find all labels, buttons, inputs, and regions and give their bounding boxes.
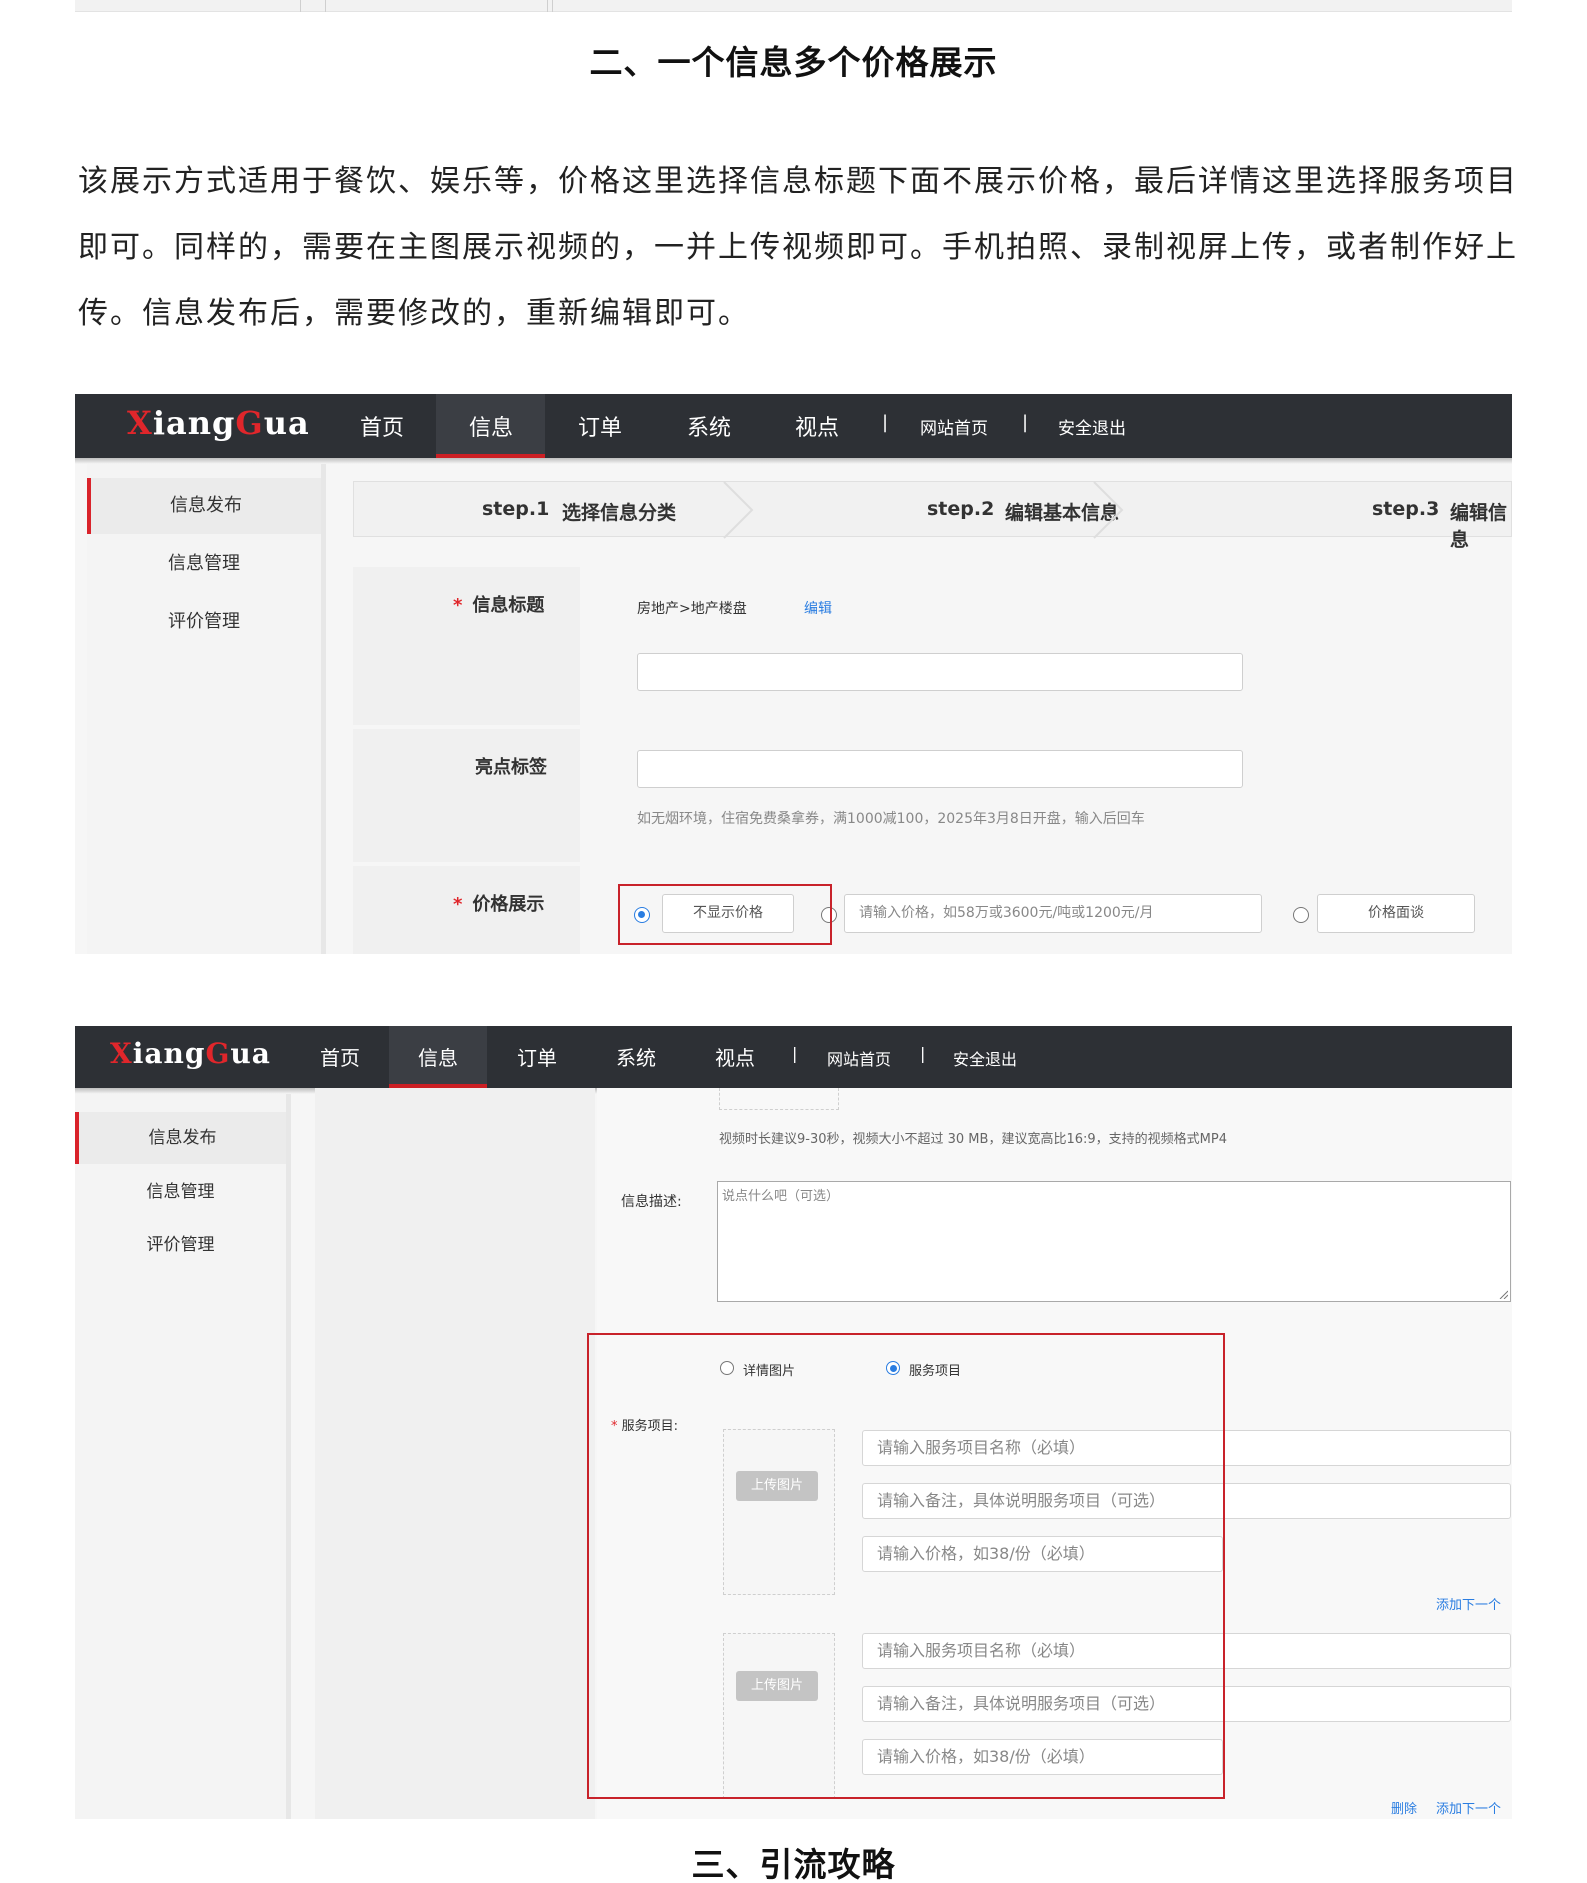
- section-title-3: 三、引流攻略: [691, 1845, 896, 1883]
- info-title-input[interactable]: [637, 653, 1243, 691]
- info-title-label: * 信息标题: [453, 595, 545, 616]
- step-1-label: 选择信息分类: [562, 502, 677, 524]
- nav-info[interactable]: 信息: [418, 1042, 458, 1071]
- sidebar: 信息发布 信息管理 评价管理: [87, 464, 326, 954]
- sidebar-item-review[interactable]: 评价管理: [75, 1219, 286, 1271]
- sidebar-item-publish[interactable]: 信息发布: [87, 478, 321, 534]
- nav-logout[interactable]: 安全退出: [953, 1046, 1017, 1070]
- info-desc-label: 信息描述:: [621, 1194, 682, 1210]
- nav-site-home[interactable]: 网站首页: [827, 1046, 891, 1070]
- top-nav-bar: XiangGua 首页 信息 订单 系统 视点 | 网站首页 | 安全退出: [75, 1026, 1512, 1094]
- sidebar-item-review[interactable]: 评价管理: [87, 594, 321, 650]
- xianggua-logo[interactable]: XiangGua: [127, 404, 310, 442]
- resize-handle-icon[interactable]: [1498, 1289, 1508, 1299]
- highlight-tags-hint: 如无烟环境，住宿免费桑拿券，满1000减100，2025年3月8日开盘，输入后回…: [637, 811, 1145, 827]
- video-upload-box[interactable]: [719, 1088, 839, 1110]
- value-cell: 房地产>地产楼盘 编辑: [582, 567, 1512, 725]
- paragraph-line-2: 即可。同样的，需要在主图展示视频的，一并上传视频即可。手机拍照、录制视屏上传，或…: [78, 230, 1518, 265]
- info-desc-placeholder: 说点什么吧（可选）: [722, 1189, 840, 1204]
- nav-order[interactable]: 订单: [517, 1042, 557, 1071]
- step-chevron-icon: [1093, 481, 1124, 539]
- nav-separator: |: [920, 1044, 926, 1063]
- radio-negotiable[interactable]: [1293, 907, 1309, 923]
- price-input[interactable]: 请输入价格，如58万或3600元/吨或1200元/月: [844, 894, 1262, 933]
- category-path: 房地产>地产楼盘: [637, 601, 747, 617]
- highlight-box: [618, 884, 832, 945]
- step-3-label: 编辑信息: [1450, 502, 1508, 551]
- step-progress-bar: step.1 选择信息分类 step.2 编辑基本信息 step.3 编辑信息: [353, 481, 1512, 551]
- label-column: [315, 1088, 595, 1819]
- nav-separator: |: [882, 412, 889, 433]
- xianggua-logo[interactable]: XiangGua: [110, 1037, 271, 1070]
- nav-separator: |: [1022, 412, 1029, 433]
- section-title-2: 二、一个信息多个价格展示: [589, 43, 998, 82]
- step-1-number: step.1: [482, 498, 550, 520]
- step-chevron-icon: [723, 481, 754, 539]
- screenshot-price-display: XiangGua 首页 信息 订单 系统 视点 | 网站首页 | 安全退出 信息…: [75, 394, 1512, 954]
- step-3-number: step.3: [1372, 498, 1440, 520]
- paragraph: 该展示方式适用于餐饮、娱乐等，价格这里选择信息标题下面不展示价格，最后详情这里选…: [78, 149, 1518, 347]
- step-2-number: step.2: [927, 498, 995, 520]
- sidebar-item-publish[interactable]: 信息发布: [75, 1112, 286, 1164]
- label-cell: 亮点标签: [353, 729, 580, 862]
- nav-system[interactable]: 系统: [687, 410, 731, 442]
- top-nav-bar: XiangGua 首页 信息 订单 系统 视点 | 网站首页 | 安全退出: [75, 394, 1512, 464]
- add-next-link[interactable]: 添加下一个: [1436, 1594, 1501, 1613]
- info-desc-textarea[interactable]: 说点什么吧（可选）: [717, 1181, 1511, 1302]
- nav-site-home[interactable]: 网站首页: [920, 414, 988, 439]
- nav-logout[interactable]: 安全退出: [1058, 414, 1126, 439]
- highlight-tags-label: 亮点标签: [475, 757, 547, 778]
- paragraph-line-3: 传。信息发布后，需要修改的，重新编辑即可。: [78, 296, 750, 331]
- label-cell: * 信息标题: [353, 567, 580, 725]
- screenshot-service-items: XiangGua 首页 信息 订单 系统 视点 | 网站首页 | 安全退出 信息…: [75, 1026, 1512, 1819]
- edit-category-link[interactable]: 编辑: [804, 598, 832, 618]
- nav-home[interactable]: 首页: [320, 1042, 360, 1071]
- add-next-link[interactable]: 添加下一个: [1436, 1798, 1501, 1817]
- sidebar-item-manage[interactable]: 信息管理: [87, 536, 321, 592]
- nav-info[interactable]: 信息: [469, 410, 513, 442]
- previous-table-remnant: [75, 0, 1512, 12]
- nav-separator: |: [792, 1044, 798, 1063]
- price-display-label: * 价格展示: [453, 894, 545, 915]
- paragraph-line-1: 该展示方式适用于餐饮、娱乐等，价格这里选择信息标题下面不展示价格，最后详情这里选…: [78, 164, 1518, 199]
- nav-home[interactable]: 首页: [360, 410, 404, 442]
- label-cell: * 价格展示: [353, 866, 580, 954]
- nav-view[interactable]: 视点: [715, 1042, 755, 1071]
- highlight-box: [587, 1333, 1225, 1799]
- negotiable-option[interactable]: 价格面谈: [1317, 894, 1475, 933]
- sidebar-item-manage[interactable]: 信息管理: [75, 1166, 286, 1218]
- nav-view[interactable]: 视点: [795, 410, 839, 442]
- highlight-tags-input[interactable]: [637, 750, 1243, 788]
- value-cell: 如无烟环境，住宿免费桑拿券，满1000减100，2025年3月8日开盘，输入后回…: [582, 729, 1512, 862]
- sidebar: 信息发布 信息管理 评价管理: [75, 1094, 291, 1819]
- nav-order[interactable]: 订单: [578, 410, 622, 442]
- delete-link[interactable]: 删除: [1391, 1798, 1417, 1817]
- video-hint: 视频时长建议9-30秒，视频大小不超过 30 MB，建议宽高比16:9，支持的视…: [719, 1132, 1227, 1147]
- nav-system[interactable]: 系统: [616, 1042, 656, 1071]
